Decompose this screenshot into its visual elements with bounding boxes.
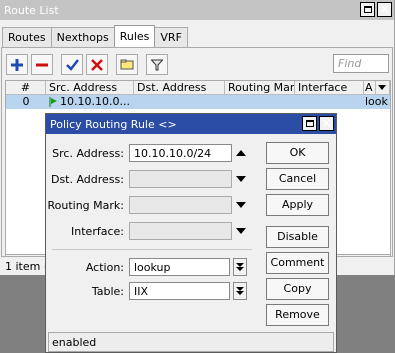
row-mark bbox=[225, 95, 295, 109]
policy-routing-rule-dialog: Policy Routing Rule <> ✕ Src. Address: 1… bbox=[45, 113, 337, 353]
src-address-label: Src. Address: bbox=[52, 147, 124, 160]
maximize-button[interactable] bbox=[360, 2, 375, 17]
col-routing-mark[interactable]: Routing Mark bbox=[225, 81, 295, 95]
interface-input[interactable] bbox=[129, 222, 232, 240]
toolbar bbox=[6, 54, 168, 75]
tab-bar: Routes Nexthops Rules VRF bbox=[2, 25, 188, 48]
copy-button[interactable]: Copy bbox=[266, 278, 329, 300]
dialog-title: Policy Routing Rule <> bbox=[50, 117, 177, 131]
route-list-titlebar[interactable]: Route List ✕ bbox=[0, 0, 394, 20]
col-num[interactable]: # bbox=[6, 81, 46, 95]
close-icon: ✕ bbox=[379, 3, 390, 16]
disable-button[interactable] bbox=[86, 54, 108, 75]
tab-nexthops[interactable]: Nexthops bbox=[50, 27, 115, 47]
apply-button[interactable]: Apply bbox=[266, 194, 329, 216]
table-select[interactable]: IIX bbox=[129, 282, 230, 300]
expand-down-icon[interactable] bbox=[236, 176, 246, 182]
src-address-input[interactable]: 10.10.10.0/24 bbox=[129, 144, 232, 162]
minus-icon bbox=[36, 63, 48, 66]
remove-button[interactable] bbox=[31, 54, 53, 75]
col-dst-address[interactable]: Dst. Address bbox=[134, 81, 225, 95]
tab-routes[interactable]: Routes bbox=[2, 27, 52, 47]
cancel-button[interactable]: Cancel bbox=[266, 168, 329, 190]
table-header: # Src. Address Dst. Address Routing Mark… bbox=[6, 81, 390, 95]
remove-button[interactable]: Remove bbox=[266, 304, 329, 326]
enable-button[interactable] bbox=[61, 54, 83, 75]
table-dropdown-button[interactable] bbox=[233, 282, 247, 300]
find-input[interactable]: Find bbox=[333, 54, 389, 73]
dialog-maximize-button[interactable] bbox=[302, 116, 317, 131]
ok-button[interactable]: OK bbox=[266, 142, 329, 164]
dropdown-icon bbox=[236, 263, 244, 271]
separator bbox=[52, 249, 252, 250]
table-row[interactable]: 0 10.10.10.0... looku bbox=[6, 95, 390, 109]
maximize-icon bbox=[363, 6, 372, 13]
col-interface[interactable]: Interface bbox=[295, 81, 364, 95]
row-action: looku bbox=[365, 95, 388, 108]
routing-mark-label: Routing Mark: bbox=[47, 199, 124, 212]
close-button[interactable]: ✕ bbox=[377, 2, 392, 17]
close-icon: ✕ bbox=[321, 117, 332, 130]
action-label: Action: bbox=[85, 261, 124, 274]
row-num: 0 bbox=[22, 95, 30, 108]
action-dropdown-button[interactable] bbox=[233, 258, 247, 276]
plus-icon bbox=[11, 58, 23, 71]
dropdown-icon bbox=[236, 287, 244, 295]
filter-icon bbox=[151, 59, 163, 70]
dialog-titlebar[interactable]: Policy Routing Rule <> ✕ bbox=[46, 114, 336, 134]
dialog-close-button[interactable]: ✕ bbox=[319, 116, 334, 131]
checkmark-icon bbox=[65, 58, 79, 71]
row-src: 10.10.10.0... bbox=[46, 95, 134, 109]
row-src-text: 10.10.10.0... bbox=[60, 95, 130, 108]
comment-button[interactable] bbox=[116, 54, 138, 75]
collapse-up-icon[interactable] bbox=[236, 150, 246, 156]
col-src-address[interactable]: Src. Address bbox=[46, 81, 134, 95]
interface-label: Interface: bbox=[71, 225, 124, 238]
columns-dropdown[interactable] bbox=[376, 81, 390, 95]
action-select[interactable]: lookup bbox=[129, 258, 230, 276]
filter-button[interactable] bbox=[146, 54, 168, 75]
col-action[interactable]: A bbox=[364, 81, 376, 95]
dst-address-label: Dst. Address: bbox=[50, 173, 124, 186]
row-iface bbox=[295, 95, 364, 109]
expand-down-icon[interactable] bbox=[236, 202, 246, 208]
comment-button[interactable]: Comment bbox=[266, 252, 329, 274]
add-button[interactable] bbox=[6, 54, 28, 75]
routing-mark-input[interactable] bbox=[129, 196, 232, 214]
route-list-title: Route List bbox=[4, 3, 59, 17]
table-label: Table: bbox=[91, 285, 124, 298]
note-icon bbox=[120, 59, 134, 70]
x-icon bbox=[91, 58, 103, 71]
chevron-down-icon bbox=[378, 85, 386, 90]
tab-vrf[interactable]: VRF bbox=[154, 27, 188, 47]
expand-down-icon[interactable] bbox=[236, 228, 246, 234]
dst-address-input[interactable] bbox=[129, 170, 232, 188]
maximize-icon bbox=[305, 120, 314, 127]
row-dst bbox=[134, 95, 225, 109]
tab-rules[interactable]: Rules bbox=[113, 25, 156, 47]
disable-button[interactable]: Disable bbox=[266, 226, 329, 248]
play-flag-icon bbox=[49, 97, 57, 107]
dialog-status: enabled bbox=[48, 332, 334, 352]
